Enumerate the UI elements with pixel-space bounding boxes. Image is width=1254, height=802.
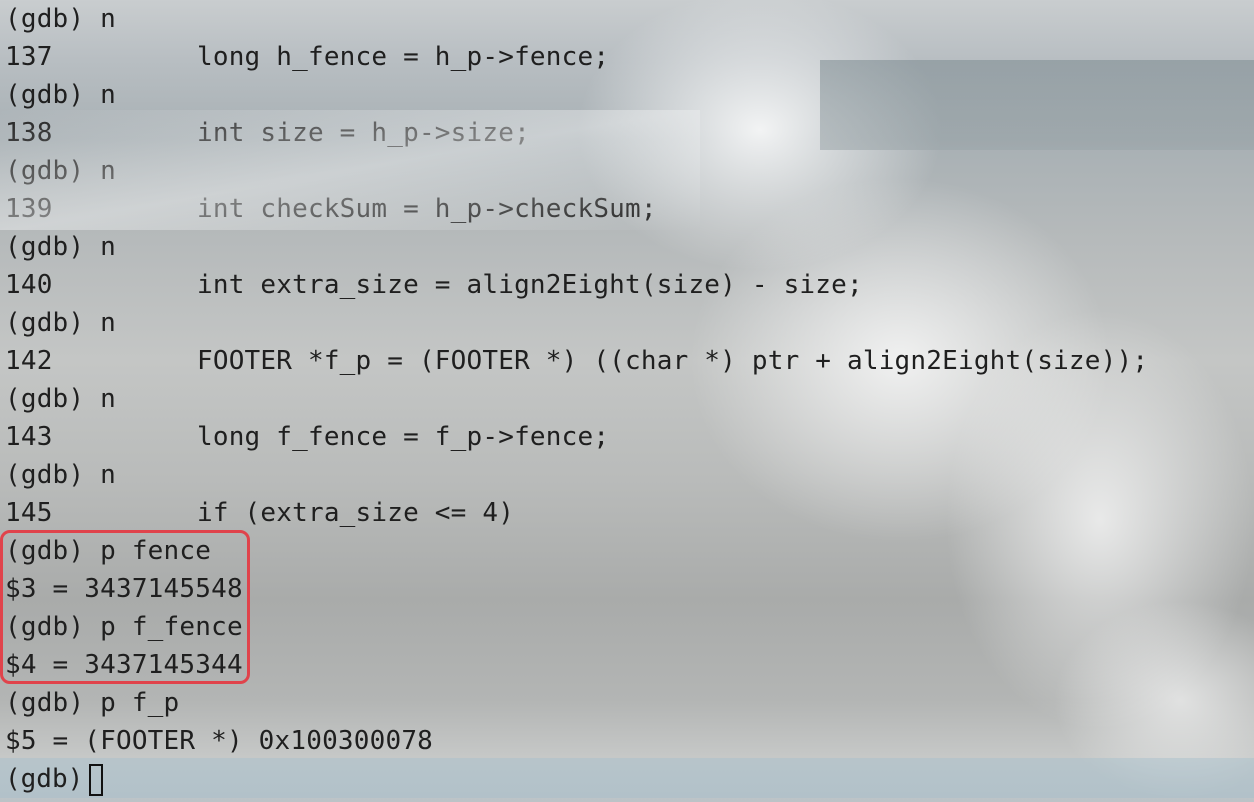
gdb-prompt-line: (gdb) n — [5, 4, 116, 34]
line-number: 138 — [5, 118, 53, 148]
line-number: 142 — [5, 346, 53, 376]
source-line: 138 int size = h_p->size; — [5, 114, 1148, 152]
prompt-text: (gdb) — [5, 764, 84, 794]
line-number: 145 — [5, 498, 53, 528]
source-line: 143 long f_fence = f_p->fence; — [5, 418, 1148, 456]
terminal-window[interactable]: (gdb) n 137 long h_fence = h_p->fence; (g… — [0, 0, 1254, 802]
source-line: 139 int checkSum = h_p->checkSum; — [5, 190, 1148, 228]
line-number: 139 — [5, 194, 53, 224]
source-code: int extra_size = align2Eight(size) - siz… — [197, 270, 863, 300]
line-number: 137 — [5, 42, 53, 72]
gdb-prompt-line: (gdb) n — [5, 308, 116, 338]
highlight-annotation-box — [0, 530, 250, 684]
source-line: 140 int extra_size = align2Eight(size) - … — [5, 266, 1148, 304]
source-line: 137 long h_fence = h_p->fence; — [5, 38, 1148, 76]
source-code: int checkSum = h_p->checkSum; — [197, 194, 657, 224]
gdb-prompt-line: (gdb) n — [5, 232, 116, 262]
source-line: 142 FOOTER *f_p = (FOOTER *) ((char *) pt… — [5, 342, 1148, 380]
gdb-prompt-line: (gdb) n — [5, 80, 116, 110]
gdb-prompt-line: (gdb) p f_p — [5, 688, 180, 718]
current-line-highlight — [0, 758, 1254, 798]
source-code: int size = h_p->size; — [197, 118, 530, 148]
gdb-output-line: $5 = (FOOTER *) 0x100300078 — [5, 726, 434, 756]
source-code: if (extra_size <= 4) — [197, 498, 515, 528]
source-code: FOOTER *f_p = (FOOTER *) ((char *) ptr +… — [197, 346, 1149, 376]
gdb-prompt-line: (gdb) n — [5, 460, 116, 490]
line-number: 140 — [5, 270, 53, 300]
gdb-prompt-line: (gdb) n — [5, 156, 116, 186]
gdb-prompt-line: (gdb) n — [5, 384, 116, 414]
text-cursor — [89, 763, 104, 796]
source-code: long h_fence = h_p->fence; — [197, 42, 610, 72]
source-code: long f_fence = f_p->fence; — [197, 422, 610, 452]
source-line: 145 if (extra_size <= 4) — [5, 494, 1148, 532]
line-number: 143 — [5, 422, 53, 452]
current-gdb-prompt[interactable]: (gdb) — [5, 760, 104, 798]
